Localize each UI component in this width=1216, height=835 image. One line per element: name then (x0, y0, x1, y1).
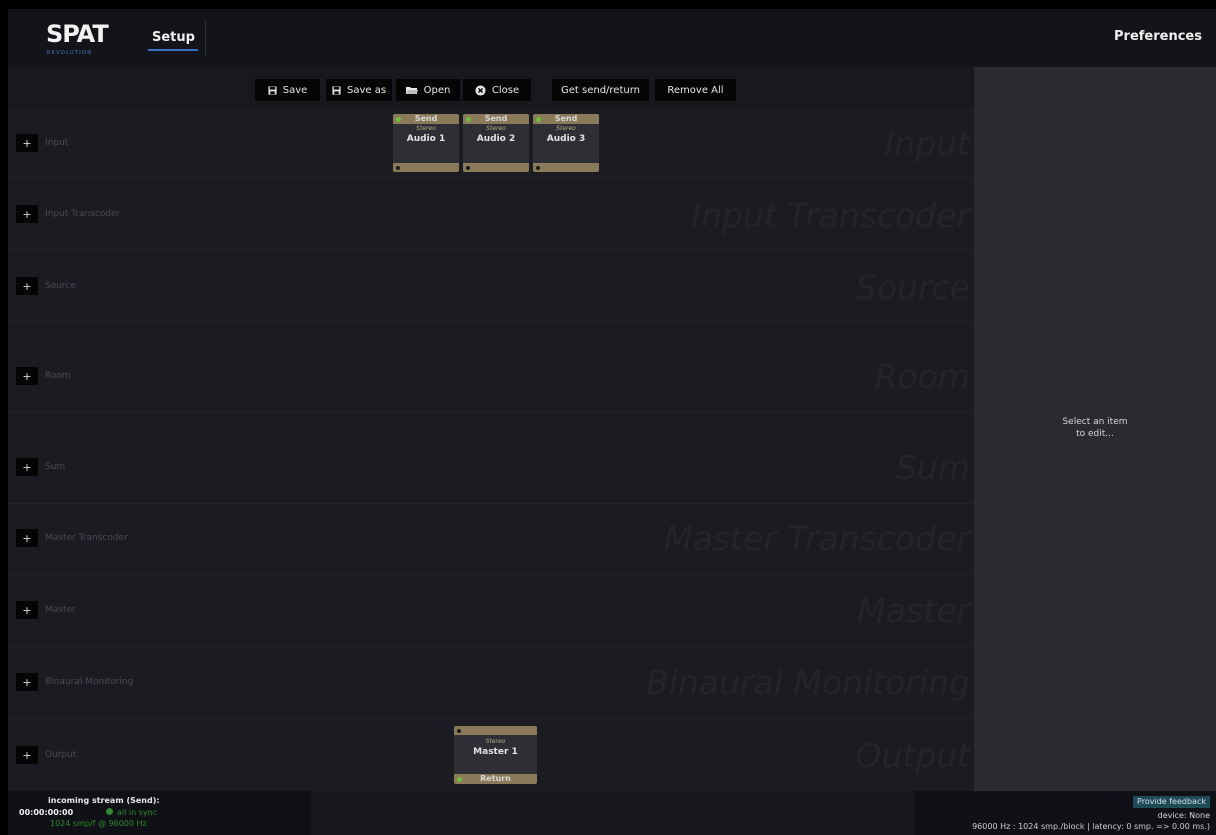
node-tag: Send (484, 114, 508, 123)
close-button[interactable]: Close (463, 79, 531, 101)
node-tag: Send (554, 114, 578, 123)
node-header (454, 726, 537, 735)
close-circle-icon (475, 84, 486, 96)
node-name: Audio 1 (406, 134, 446, 144)
lane-source: + Source Source (8, 250, 974, 322)
lane-label: Input Transcoder (45, 209, 121, 219)
provide-feedback-button[interactable]: Provide feedback (1133, 796, 1210, 808)
sync-status-dot (106, 808, 113, 815)
output-node-master-1[interactable]: Stereo Master 1 Return (454, 726, 537, 784)
output-port-dot[interactable] (536, 166, 540, 170)
lane-label: Source (45, 281, 76, 291)
lane-label: Input (45, 138, 69, 148)
lane-label: Output (45, 750, 77, 760)
lane-label: Binaural Monitoring (45, 677, 134, 687)
remove-all-label: Remove All (667, 84, 724, 96)
remove-all-button[interactable]: Remove All (655, 79, 736, 101)
logo-subtext: REVOLUTION (47, 50, 93, 56)
add-sum-button[interactable]: + (16, 458, 38, 476)
node-footer (393, 163, 459, 172)
lane-label: Sum (45, 462, 66, 472)
sample-rate-info: 1024 smp/f @ 96000 Hz (50, 819, 147, 828)
node-tag: Return (480, 774, 511, 783)
node-type: Stereo (416, 125, 436, 132)
node-name: Audio 2 (476, 134, 516, 144)
close-label: Close (491, 84, 520, 96)
add-input-transcoder-button[interactable]: + (16, 205, 38, 223)
node-name: Master 1 (473, 747, 518, 757)
add-master-button[interactable]: + (16, 601, 38, 619)
lane-watermark: Master Transcoder (664, 519, 970, 558)
lane-watermark: Output (855, 736, 970, 775)
lane-watermark: Room (874, 357, 970, 396)
open-button[interactable]: Open (396, 79, 460, 101)
input-node-audio-2[interactable]: Send Stereo Audio 2 (463, 114, 529, 172)
node-type: Stereo (556, 125, 576, 132)
node-footer (463, 163, 529, 172)
processing-lanes: + Input Input + Input Transcoder Input T… (8, 107, 974, 791)
lane-input-transcoder: + Input Transcoder Input Transcoder (8, 178, 974, 250)
save-button[interactable]: Save (255, 79, 320, 101)
output-port-dot[interactable] (466, 166, 470, 170)
lane-watermark: Input (884, 124, 970, 163)
save-as-label: Save as (346, 84, 387, 96)
save-label: Save (282, 84, 308, 96)
floppy-disk-icon (268, 85, 277, 95)
lane-watermark: Input Transcoder (691, 196, 970, 235)
hint-line-1: Select an item (1062, 417, 1128, 427)
inspector-panel: Select an item to edit... (974, 67, 1216, 791)
input-port-dot[interactable] (457, 728, 461, 733)
tab-setup[interactable]: Setup (144, 20, 206, 56)
lane-label: Room (45, 371, 71, 381)
lane-master: + Master Master (8, 575, 974, 647)
status-center-area (311, 791, 915, 835)
save-as-button[interactable]: Save as (326, 79, 392, 101)
lane-watermark: Master (857, 591, 970, 630)
add-master-transcoder-button[interactable]: + (16, 529, 38, 547)
node-name: Audio 3 (546, 134, 586, 144)
timecode: 00:00:00:00 (19, 808, 74, 817)
node-type: Stereo (485, 738, 506, 745)
stream-title: incoming stream (Send): (48, 796, 160, 805)
node-footer (533, 163, 599, 172)
spat-logo: SPAT REVOLUTION (44, 20, 109, 60)
add-source-button[interactable]: + (16, 277, 38, 295)
add-binaural-monitoring-button[interactable]: + (16, 673, 38, 691)
output-port-dot[interactable] (396, 166, 400, 170)
lane-label: Master Transcoder (45, 533, 128, 543)
lane-watermark: Binaural Monitoring (646, 663, 970, 702)
add-input-button[interactable]: + (16, 134, 38, 152)
folder-open-icon (405, 86, 418, 94)
input-node-audio-3[interactable]: Send Stereo Audio 3 (533, 114, 599, 172)
device-info: device: None (1157, 811, 1210, 820)
lane-watermark: Sum (895, 448, 970, 487)
tab-active-underline (148, 49, 198, 51)
latency-info: 96000 Hz : 1024 smp./block | latency: 0 … (972, 822, 1210, 831)
tab-setup-label: Setup (152, 30, 195, 45)
preferences-button[interactable]: Preferences (1114, 29, 1202, 44)
lane-binaural-monitoring: + Binaural Monitoring Binaural Monitorin… (8, 647, 974, 719)
sync-status: all in sync (117, 808, 158, 817)
open-label: Open (423, 84, 451, 96)
hint-line-2: to edit... (1076, 429, 1114, 439)
add-room-button[interactable]: + (16, 367, 38, 385)
add-output-button[interactable]: + (16, 746, 38, 764)
lane-watermark: Source (855, 268, 970, 307)
lane-master-transcoder: + Master Transcoder Master Transcoder (8, 504, 974, 575)
get-send-return-button[interactable]: Get send/return (552, 79, 649, 101)
lane-sum: + Sum Sum (8, 413, 974, 504)
status-bar: incoming stream (Send): 00:00:00:00 all … (8, 791, 1216, 835)
input-node-audio-1[interactable]: Send Stereo Audio 1 (393, 114, 459, 172)
app-window: SPAT REVOLUTION Setup Preferences Save S… (8, 9, 1216, 835)
toolbar: Save Save as Open Close Get send/return … (8, 67, 974, 107)
logo-text: SPAT (46, 20, 109, 48)
lane-label: Master (45, 605, 76, 615)
floppy-disk-icon (332, 85, 341, 95)
lane-room: + Room Room (8, 322, 974, 413)
select-item-hint: Select an item to edit... (974, 416, 1216, 440)
top-bar: SPAT REVOLUTION Setup Preferences (8, 9, 1216, 67)
node-tag: Send (414, 114, 438, 123)
get-send-return-label: Get send/return (561, 84, 640, 96)
node-type: Stereo (486, 125, 506, 132)
